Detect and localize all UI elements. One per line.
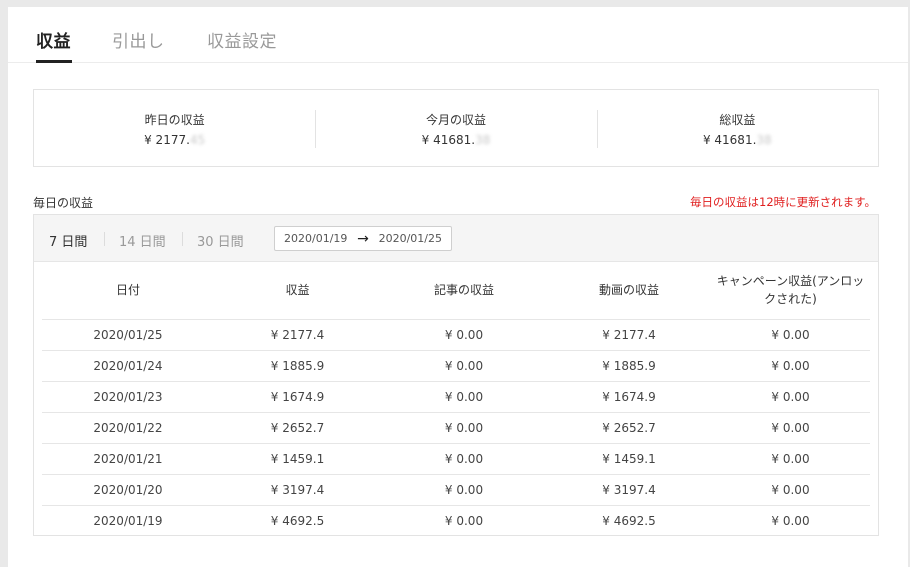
daily-earnings-table: 日付 収益 記事の収益 動画の収益 キャンペーン収益(アンロックされた) 202… [42, 262, 870, 536]
cell-date: 2020/01/20 [42, 474, 214, 506]
cell-date: 2020/01/25 [42, 319, 214, 351]
date-from: 2020/01/19 [284, 232, 348, 245]
col-revenue: 収益 [214, 262, 381, 320]
arrow-right-icon: → [357, 230, 369, 247]
col-article-revenue: 記事の収益 [381, 262, 547, 320]
cell-campaign: ¥ 0.00 [711, 474, 870, 506]
cell-date: 2020/01/22 [42, 412, 214, 444]
redacted-digits: 45 [189, 133, 206, 147]
summary-value: ¥ 2177.45 [144, 133, 206, 147]
tab-withdraw[interactable]: 引出し [112, 27, 165, 52]
cell-article: ¥ 0.00 [381, 474, 547, 506]
range-divider [104, 232, 105, 246]
cell-date: 2020/01/24 [42, 350, 214, 382]
cell-campaign: ¥ 0.00 [771, 513, 810, 528]
table-row: 2020/01/20 ¥ 3197.4 ¥ 0.00 ¥ 3197.4 ¥ 0.00 [42, 474, 870, 506]
summary-label: 今月の収益 [425, 113, 486, 127]
col-date: 日付 [42, 262, 214, 320]
cell-revenue: ¥ 3197.4 [214, 474, 381, 506]
range-divider [182, 232, 183, 246]
table-row: 2020/01/19 ¥ 4692.5 ¥ 0.00 ¥ 4692.5 ¥ 0.00 [42, 505, 870, 536]
summary-label: 昨日の収益 [144, 113, 205, 127]
summary-label: 総収益 [719, 113, 756, 127]
cell-video: ¥ 1459.1 [547, 443, 711, 475]
earnings-page: 収益 引出し 収益設定 昨日の収益 ¥ 2177.45 今月の収益 ¥ 4168… [8, 7, 908, 567]
summary-value: ¥ 41681.38 [702, 133, 772, 147]
date-to: 2020/01/25 [378, 232, 442, 245]
col-video-revenue: 動画の収益 [547, 262, 711, 320]
cell-revenue: ¥ 1459.1 [214, 443, 381, 475]
tab-earnings[interactable]: 収益 [36, 27, 71, 52]
cell-article: ¥ 0.00 [381, 443, 547, 475]
cell-revenue: ¥ 4692.5 [270, 513, 325, 528]
table-row: 2020/01/22 ¥ 2652.7 ¥ 0.00 ¥ 2652.7 ¥ 0.00 [42, 412, 870, 444]
cell-video: ¥ 1885.9 [547, 350, 711, 382]
col-campaign-revenue: キャンペーン収益(アンロックされた) [711, 262, 870, 320]
tab-bar: 収益 引出し 収益設定 [8, 7, 908, 63]
summary-total: 総収益 ¥ 41681.38 [596, 90, 878, 166]
cell-date: 2020/01/23 [42, 381, 214, 413]
daily-earnings-title: 毎日の収益 [33, 196, 94, 210]
cell-campaign: ¥ 0.00 [711, 412, 870, 444]
active-tab-indicator [36, 60, 72, 63]
table-header-row: 日付 収益 記事の収益 動画の収益 キャンペーン収益(アンロックされた) [42, 262, 870, 320]
range-14-days[interactable]: 14 日間 [119, 231, 166, 250]
table-body: 2020/01/25 ¥ 2177.4 ¥ 0.00 ¥ 2177.4 ¥ 0.00 20… [42, 319, 870, 536]
cell-video: ¥ 2177.4 [547, 319, 711, 351]
summary-value: ¥ 41681.38 [421, 133, 491, 147]
cell-video: ¥ 2652.7 [547, 412, 711, 444]
cell-revenue: ¥ 2177.4 [214, 319, 381, 351]
date-range-picker[interactable]: 2020/01/19 → 2020/01/25 [274, 226, 452, 251]
table-row: 2020/01/21 ¥ 1459.1 ¥ 0.00 ¥ 1459.1 ¥ 0.00 [42, 443, 870, 475]
cell-article: ¥ 0.00 [381, 381, 547, 413]
cell-video: ¥ 3197.4 [547, 474, 711, 506]
earnings-summary: 昨日の収益 ¥ 2177.45 今月の収益 ¥ 41681.38 総収益 ¥ 4… [33, 89, 879, 167]
tab-earnings-settings[interactable]: 収益設定 [207, 27, 277, 52]
cell-video: ¥ 4692.5 [602, 513, 656, 528]
cell-date: 2020/01/21 [42, 443, 214, 475]
cell-video: ¥ 1674.9 [547, 381, 711, 413]
table-row: 2020/01/25 ¥ 2177.4 ¥ 0.00 ¥ 2177.4 ¥ 0.00 [42, 319, 870, 351]
cell-campaign: ¥ 0.00 [711, 319, 870, 351]
cell-campaign: ¥ 0.00 [711, 381, 870, 413]
cell-date: 2020/01/19 [93, 513, 163, 528]
range-7-days[interactable]: 7 日間 [49, 231, 87, 250]
daily-earnings-panel: 7 日間 14 日間 30 日間 2020/01/19 → 2020/01/25… [33, 214, 879, 536]
cell-article: ¥ 0.00 [381, 319, 547, 351]
table-row: 2020/01/24 ¥ 1885.9 ¥ 0.00 ¥ 1885.9 ¥ 0.00 [42, 350, 870, 382]
update-notice: 毎日の収益は12時に更新されます。 [690, 195, 876, 209]
table-row: 2020/01/23 ¥ 1674.9 ¥ 0.00 ¥ 1674.9 ¥ 0.00 [42, 381, 870, 413]
cell-article: ¥ 0.00 [444, 513, 484, 528]
cell-revenue: ¥ 1885.9 [214, 350, 381, 382]
cell-campaign: ¥ 0.00 [711, 443, 870, 475]
cell-campaign: ¥ 0.00 [711, 350, 870, 382]
cell-revenue: ¥ 2652.7 [214, 412, 381, 444]
filter-bar: 7 日間 14 日間 30 日間 2020/01/19 → 2020/01/25 [34, 215, 878, 262]
cell-article: ¥ 0.00 [381, 412, 547, 444]
summary-this-month: 今月の収益 ¥ 41681.38 [315, 90, 596, 166]
cell-article: ¥ 0.00 [381, 350, 547, 382]
redacted-digits: 38 [756, 133, 772, 147]
cell-revenue: ¥ 1674.9 [214, 381, 381, 413]
summary-yesterday: 昨日の収益 ¥ 2177.45 [34, 90, 315, 166]
range-30-days[interactable]: 30 日間 [197, 231, 244, 250]
redacted-digits: 38 [475, 133, 491, 147]
